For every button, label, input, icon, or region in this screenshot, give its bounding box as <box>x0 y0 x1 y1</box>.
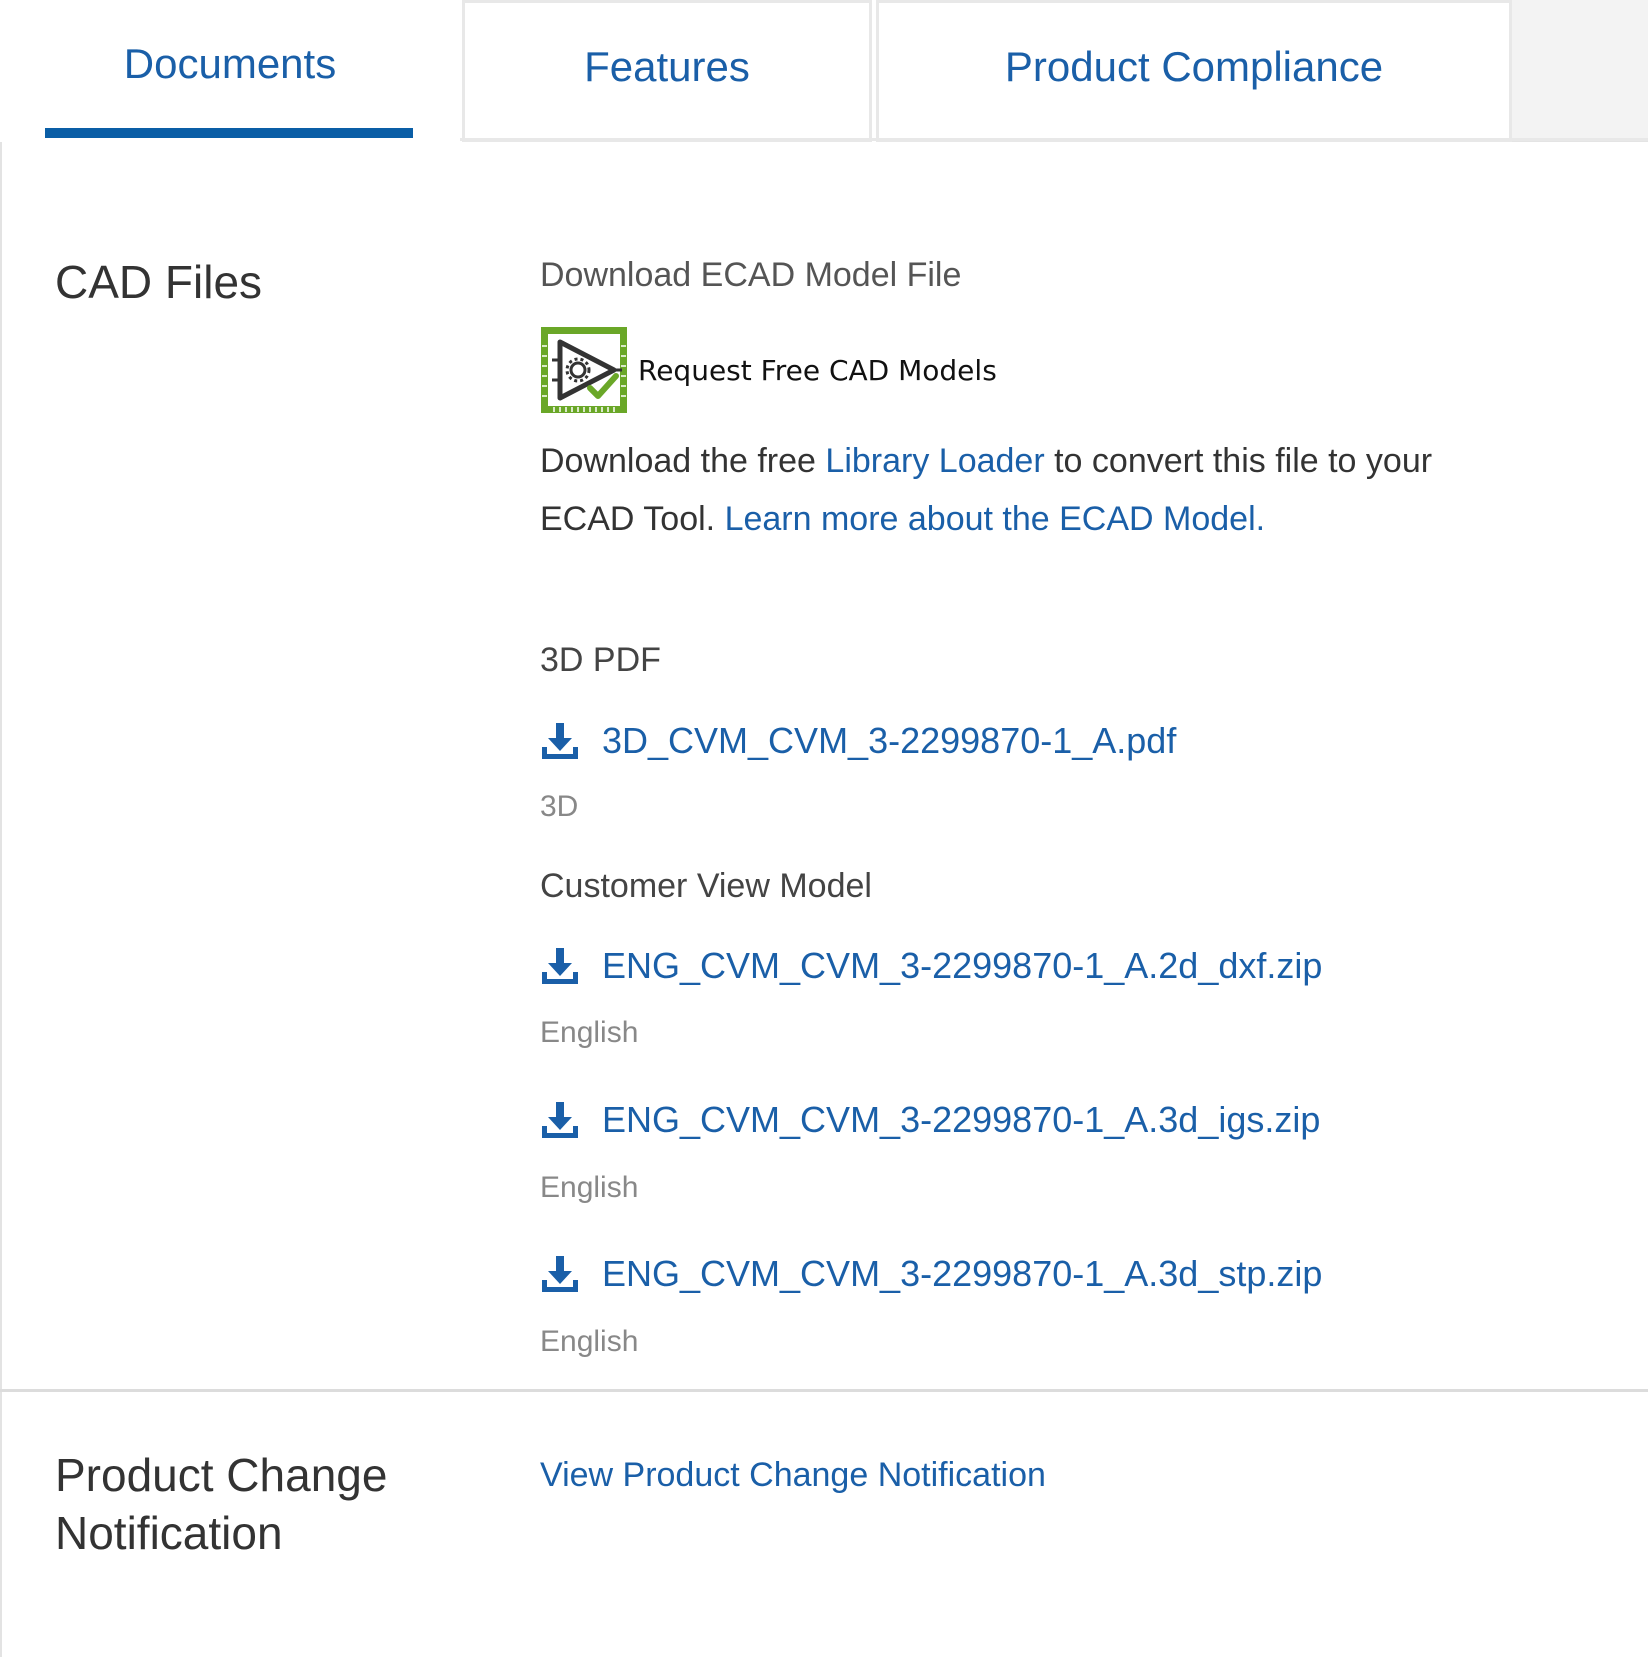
tab-bar-filler <box>1512 0 1648 142</box>
ecad-header: Download ECAD Model File <box>540 256 962 294</box>
file-download-link[interactable]: ENG_CVM_CVM_3-2299870-1_A.3d_stp.zip <box>540 1253 1322 1295</box>
tab-product-compliance[interactable]: Product Compliance <box>876 0 1512 142</box>
request-cad-models[interactable]: Request Free CAD Models <box>540 326 997 414</box>
file-language: English <box>540 1325 639 1358</box>
tab-documents-label: Documents <box>123 40 337 87</box>
tab-features[interactable]: Features <box>462 0 872 142</box>
learn-more-ecad-link[interactable]: Learn more about the ECAD Model. <box>725 500 1266 538</box>
file-language: 3D <box>540 790 579 823</box>
download-icon <box>542 948 578 984</box>
customer-view-model-header: Customer View Model <box>540 867 872 905</box>
file-language: English <box>540 1171 639 1204</box>
file-name: ENG_CVM_CVM_3-2299870-1_A.3d_stp.zip <box>602 1253 1323 1294</box>
file-name: ENG_CVM_CVM_3-2299870-1_A.2d_dxf.zip <box>602 945 1323 986</box>
cad-files-title: CAD Files <box>55 256 263 308</box>
view-product-change-notification-link[interactable]: View Product Change Notification <box>540 1456 1046 1495</box>
request-cad-models-label: Request Free CAD Models <box>638 353 997 387</box>
section-divider <box>0 1389 1648 1392</box>
product-change-notification-title: Product Change Notification <box>55 1449 388 1559</box>
active-tab-indicator <box>45 128 413 138</box>
file-download-link[interactable]: ENG_CVM_CVM_3-2299870-1_A.3d_igs.zip <box>540 1099 1320 1141</box>
file-download-link[interactable]: 3D_CVM_CVM_3-2299870-1_A.pdf <box>540 720 1176 762</box>
3d-pdf-header: 3D PDF <box>540 641 661 679</box>
library-loader-paragraph: Download the free Library Loader to conv… <box>540 432 1440 548</box>
file-name: ENG_CVM_CVM_3-2299870-1_A.3d_igs.zip <box>602 1099 1321 1140</box>
tab-bar: Documents Features Product Compliance <box>0 0 1648 142</box>
panel-left-border <box>0 142 2 1657</box>
download-icon <box>542 1102 578 1138</box>
tab-documents[interactable]: Documents <box>0 0 460 142</box>
paragraph-text-prefix: Download the free <box>540 442 826 480</box>
library-loader-link[interactable]: Library Loader <box>825 442 1044 480</box>
tab-bar-divider <box>460 138 1648 141</box>
file-language: English <box>540 1016 639 1049</box>
download-icon <box>542 1256 578 1292</box>
file-name: 3D_CVM_CVM_3-2299870-1_A.pdf <box>602 720 1177 761</box>
tab-product-compliance-label: Product Compliance <box>1004 43 1384 90</box>
tab-features-label: Features <box>584 43 750 90</box>
ecad-model-icon <box>541 327 627 413</box>
download-icon <box>542 723 578 759</box>
file-download-link[interactable]: ENG_CVM_CVM_3-2299870-1_A.2d_dxf.zip <box>540 945 1322 987</box>
page: Documents Features Product Compliance CA… <box>0 0 1648 1657</box>
